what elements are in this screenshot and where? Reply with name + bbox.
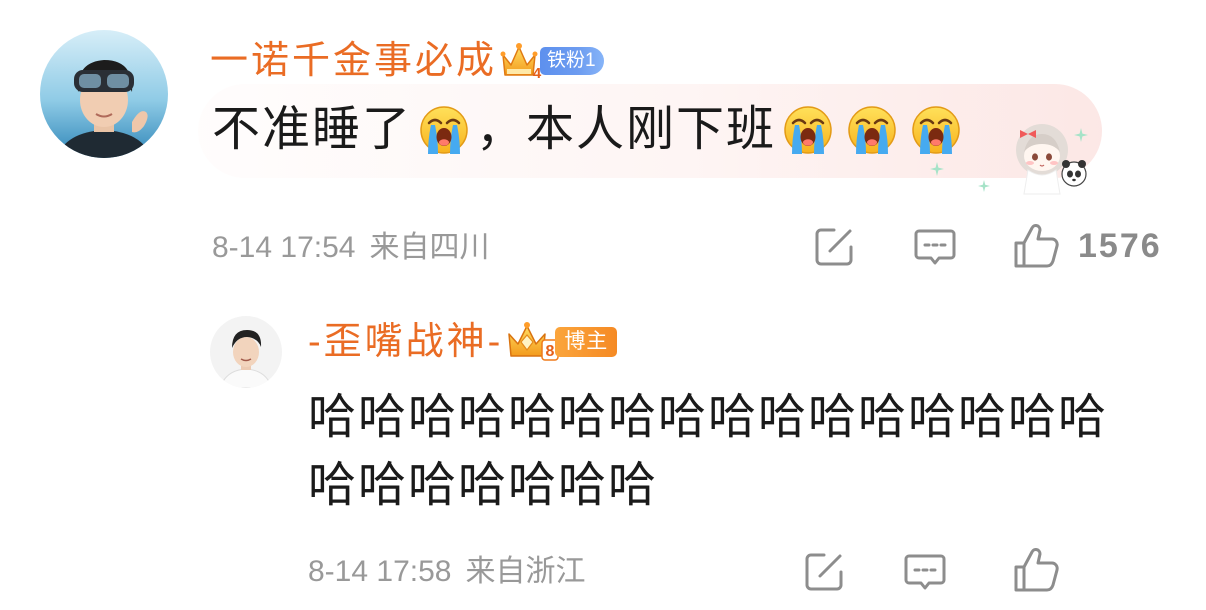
avatar[interactable] xyxy=(210,316,282,388)
comment-time: 8-14 17:54 xyxy=(212,231,356,264)
reply-username[interactable]: -歪嘴战神- xyxy=(308,319,503,365)
sparkle-icon xyxy=(978,180,990,192)
comment-skin-decoration xyxy=(998,110,1098,198)
blogger-badge: 博主 xyxy=(555,327,618,357)
thumbs-up-icon xyxy=(1014,548,1059,592)
reply-user-row: -歪嘴战神- 8 博主 xyxy=(308,319,618,365)
reply-location: 来自浙江 xyxy=(465,555,586,588)
repost-button[interactable] xyxy=(814,227,854,267)
like-button[interactable] xyxy=(1012,546,1060,594)
comment-icon xyxy=(914,229,956,265)
crown-badge-icon[interactable]: 8 xyxy=(505,320,561,364)
comment-button[interactable] xyxy=(903,553,947,593)
comment-meta: 8-14 17:54 来自四川 xyxy=(212,228,489,268)
crown-badge-icon[interactable]: 4 xyxy=(499,41,545,81)
crying-emoji-icon xyxy=(910,104,962,156)
reply-time: 8-14 17:58 xyxy=(308,555,452,588)
crying-emoji-icon xyxy=(418,104,470,156)
comment-text-part: 不准睡了 xyxy=(212,103,413,156)
share-icon xyxy=(805,553,843,591)
sparkle-icon xyxy=(1074,128,1088,142)
like-button[interactable]: 1576 xyxy=(1012,222,1162,270)
comment-button[interactable] xyxy=(913,228,957,268)
comment-icon xyxy=(904,554,946,590)
reply-meta: 8-14 17:58 来自浙江 xyxy=(308,552,585,592)
crying-emoji-icon xyxy=(782,104,834,156)
comment-username[interactable]: 一诺千金事必成 xyxy=(210,38,497,84)
comment-text: 不准睡了 ，本人刚下班 xyxy=(212,100,968,160)
comment-text-part: ，本人刚下班 xyxy=(476,103,777,156)
repost-button[interactable] xyxy=(804,552,844,592)
comment-location: 来自四川 xyxy=(369,231,490,264)
avatar[interactable] xyxy=(40,30,168,158)
sparkle-icon xyxy=(930,162,944,176)
crown-level: 8 xyxy=(546,343,555,360)
like-count: 1576 xyxy=(1078,227,1162,265)
share-icon xyxy=(815,228,853,266)
comment-user-row: 一诺千金事必成 4 铁粉1 xyxy=(210,38,604,84)
crying-emoji-icon xyxy=(846,104,898,156)
thumbs-up-icon xyxy=(1014,224,1059,268)
fan-badge[interactable]: 铁粉1 xyxy=(540,47,604,75)
reply-text: 哈哈哈哈哈哈哈哈哈哈哈哈哈哈哈哈哈哈哈哈哈哈哈 xyxy=(308,391,1109,512)
